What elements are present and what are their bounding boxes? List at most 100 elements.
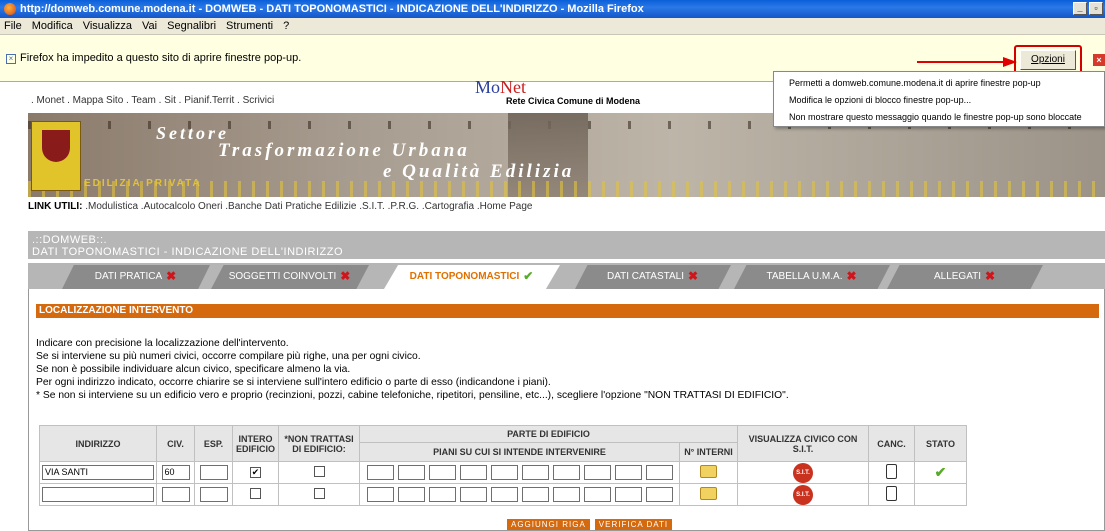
instruction-line: * Se non si interviene su un edificio ve…	[36, 390, 789, 401]
piano-input[interactable]	[397, 487, 425, 502]
link-utili: LINK UTILI: .Modulistica .Autocalcolo On…	[28, 201, 532, 212]
monet-logo: MoNet	[475, 77, 526, 98]
tab-0[interactable]: DATI PRATICA ✖	[62, 265, 210, 289]
close-popupbar-icon[interactable]: ×	[1093, 54, 1105, 66]
piano-input[interactable]	[645, 465, 673, 480]
x-icon: ✖	[687, 269, 699, 284]
link-utili-list[interactable]: .Modulistica .Autocalcolo Oneri .Banche …	[82, 201, 532, 212]
rete-civica-label: Rete Civica Comune di Modena	[506, 96, 641, 106]
page-header: .::DOMWEB::. DATI TOPONOMASTICI - INDICA…	[28, 231, 1105, 259]
window-titlebar: http://domweb.comune.modena.it - DOMWEB …	[0, 0, 1105, 18]
menubar: File Modifica Visualizza Vai Segnalibri Strum…	[0, 18, 1105, 35]
minimize-button[interactable]: _	[1073, 2, 1087, 15]
intero-edificio-checkbox[interactable]	[250, 488, 261, 499]
piano-input[interactable]	[521, 465, 549, 480]
window-controls: _ ▫	[1073, 2, 1103, 15]
crest-logo	[31, 121, 81, 191]
check-icon: ✔	[934, 464, 947, 480]
monet-logo-net: Net	[500, 77, 527, 97]
trash-icon[interactable]	[886, 486, 897, 501]
folder-icon[interactable]	[700, 465, 717, 478]
menu-6[interactable]: ?	[283, 20, 289, 32]
aggiungi-riga-button[interactable]: AGGIUNGI RIGA	[507, 519, 590, 530]
maximize-button[interactable]: ▫	[1089, 2, 1103, 15]
menu-1[interactable]: Modifica	[32, 20, 73, 32]
instruction-line: Se si interviene su più numeri civici, o…	[36, 351, 421, 362]
menu-3[interactable]: Vai	[142, 20, 157, 32]
form-content: LOCALIZZAZIONE INTERVENTO Indicare con p…	[28, 289, 1105, 531]
piano-input[interactable]	[552, 487, 580, 502]
popup-blocked-text: Firefox ha impedito a questo sito di apr…	[20, 52, 302, 64]
tab-2[interactable]: DATI TOPONOMASTICI ✔	[384, 265, 560, 289]
banner-line3: e Qualità Edilizia	[383, 161, 575, 182]
indirizzo-input[interactable]: VIA SANTI	[42, 465, 154, 480]
col-stato: STATO	[914, 425, 967, 462]
popup-options-menu: Permetti a domweb.comune.modena.it di ap…	[773, 71, 1105, 127]
window-title: http://domweb.comune.modena.it - DOMWEB …	[20, 3, 644, 15]
x-icon: ✖	[340, 269, 351, 284]
menu-5[interactable]: Strumenti	[226, 20, 273, 32]
menu-4[interactable]: Segnalibri	[167, 20, 216, 32]
esp-input[interactable]	[199, 487, 228, 502]
intero-edificio-checkbox[interactable]: ✔	[250, 467, 261, 478]
piano-input[interactable]	[366, 465, 394, 480]
check-icon: ✔	[523, 269, 534, 284]
non-trattasi-checkbox[interactable]	[313, 488, 325, 499]
menu-item-allow-popups[interactable]: Permetti a domweb.comune.modena.it di ap…	[774, 75, 1104, 92]
piano-input[interactable]	[490, 487, 518, 502]
piano-input[interactable]	[397, 465, 425, 480]
tab-5[interactable]: ALLEGATI ✖	[887, 265, 1043, 289]
folder-icon[interactable]	[700, 487, 717, 500]
tab-3[interactable]: DATI CATASTALI ✖	[575, 265, 731, 289]
piano-input[interactable]	[614, 487, 642, 502]
web-page: . Monet . Mappa Sito . Team . Sit . Pian…	[28, 77, 1105, 531]
tab-label: DATI CATASTALI	[606, 271, 685, 282]
piano-input[interactable]	[459, 465, 487, 480]
x-icon: ✖	[985, 269, 996, 284]
piano-input[interactable]	[459, 487, 487, 502]
tab-label: DATI PRATICA	[94, 271, 163, 282]
piano-input[interactable]	[428, 465, 456, 480]
esp-input[interactable]	[199, 465, 228, 480]
tab-strip: DATI PRATICA ✖ SOGGETTI COINVOLTI ✖ DATI TOP…	[28, 263, 1105, 289]
piano-input[interactable]	[583, 487, 611, 502]
instruction-line: Per ogni indirizzo indicato, occorre chi…	[36, 377, 551, 388]
sit-icon[interactable]: S.I.T.	[793, 484, 813, 505]
menu-0[interactable]: File	[4, 20, 22, 32]
piano-input[interactable]	[366, 487, 394, 502]
opzioni-button[interactable]: Opzioni	[1020, 50, 1076, 70]
red-arrow-annotation	[917, 57, 1017, 67]
tab-1[interactable]: SOGGETTI COINVOLTI ✖	[211, 265, 369, 289]
indirizzo-input[interactable]	[42, 487, 154, 502]
piano-input[interactable]	[583, 465, 611, 480]
piano-input[interactable]	[552, 465, 580, 480]
piano-input[interactable]	[490, 465, 518, 480]
instruction-line: Indicare con precisione la localizzazion…	[36, 338, 289, 349]
menu-item-hide-message[interactable]: Non mostrare questo messaggio quando le …	[774, 109, 1104, 126]
civ-input[interactable]	[161, 487, 190, 502]
non-trattasi-checkbox[interactable]	[313, 466, 325, 477]
verifica-dati-button[interactable]: VERIFICA DATI	[594, 519, 673, 530]
sit-icon[interactable]: S.I.T.	[793, 462, 813, 483]
top-nav[interactable]: . Monet . Mappa Sito . Team . Sit . Pian…	[31, 95, 274, 106]
tab-label: ALLEGATI	[933, 271, 982, 282]
tab-4[interactable]: TABELLA U.M.A. ✖	[734, 265, 890, 289]
trash-icon[interactable]	[886, 464, 897, 479]
piano-input[interactable]	[521, 487, 549, 502]
tab-label: TABELLA U.M.A.	[766, 271, 843, 282]
col-interni: N° INTERNI	[679, 442, 738, 462]
table-row: VIA SANTI 60 ✔ S.I.T. ✔	[39, 461, 967, 484]
tab-label: SOGGETTI COINVOLTI	[228, 271, 337, 282]
section-title: LOCALIZZAZIONE INTERVENTO	[36, 304, 1099, 318]
civ-input[interactable]: 60	[161, 465, 190, 480]
x-icon: ✖	[166, 269, 177, 284]
piano-input[interactable]	[428, 487, 456, 502]
col-intero: INTERO EDIFICIO	[232, 425, 279, 462]
instructions: Indicare con precisione la localizzazion…	[36, 337, 789, 402]
col-parte: PARTE DI EDIFICIO	[359, 424, 738, 444]
piano-input[interactable]	[645, 487, 673, 502]
piano-input[interactable]	[614, 465, 642, 480]
menu-item-modify-options[interactable]: Modifica le opzioni di blocco finestre p…	[774, 92, 1104, 109]
menu-2[interactable]: Visualizza	[83, 20, 132, 32]
x-icon: ✖	[846, 269, 857, 284]
